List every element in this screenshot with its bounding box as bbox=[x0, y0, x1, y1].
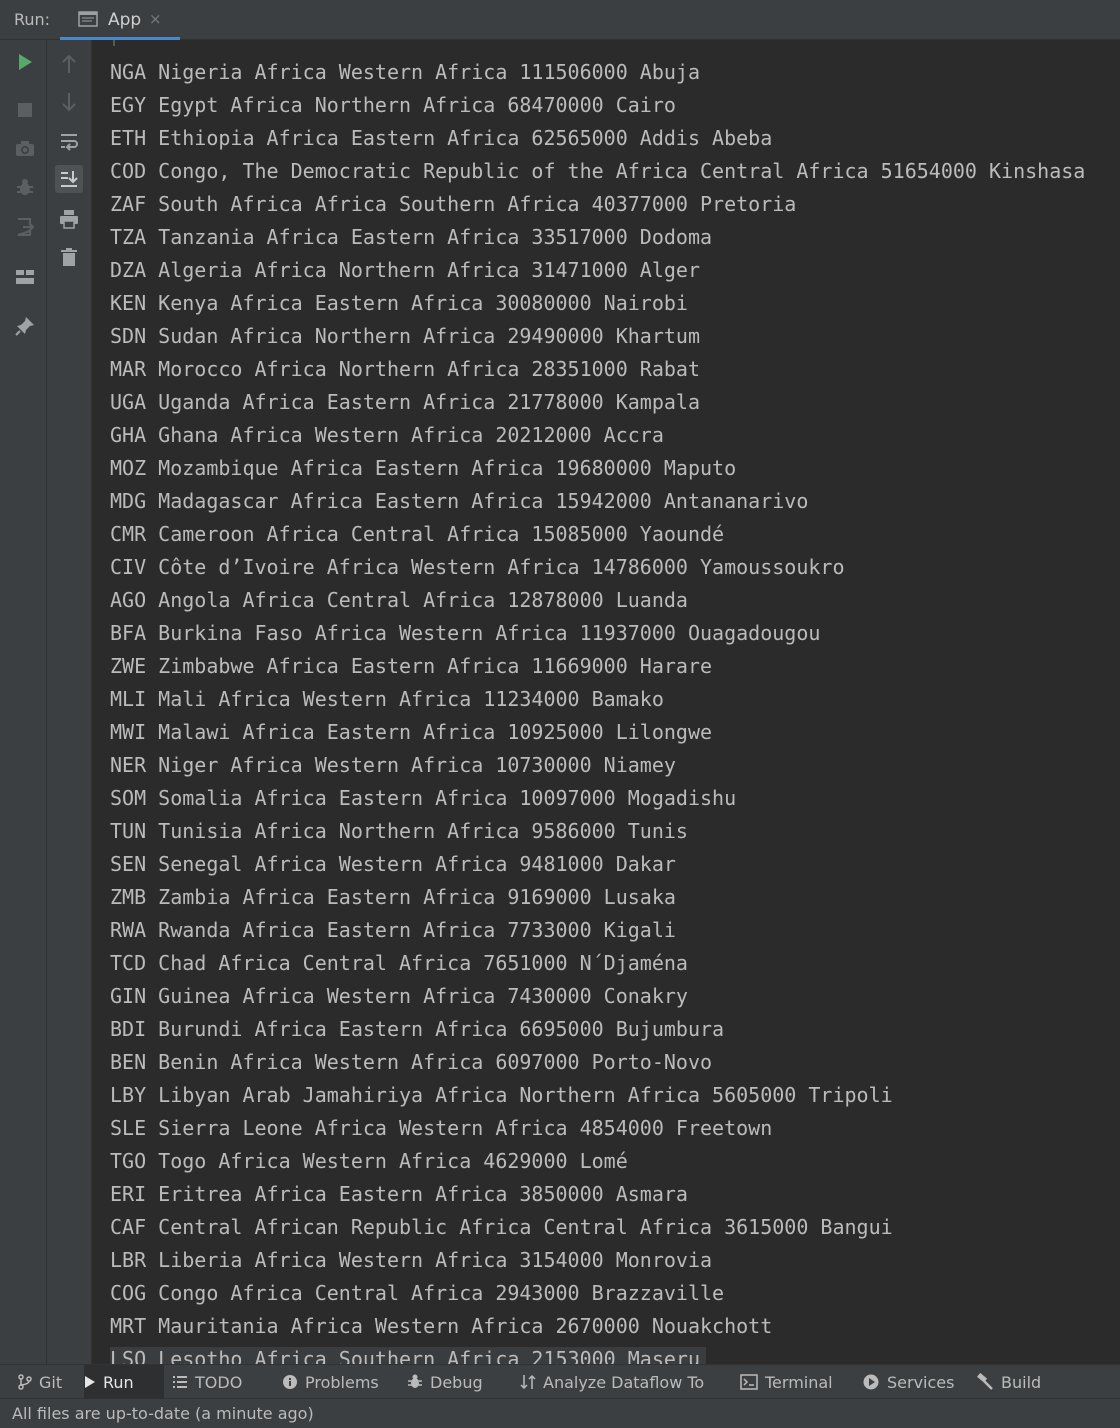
tool-tab-label: Debug bbox=[430, 1372, 483, 1392]
run-actions-toolbar bbox=[0, 40, 47, 1364]
console-line: TZA Tanzania Africa Eastern Africa 33517… bbox=[110, 225, 713, 249]
debug-bug-icon bbox=[407, 1374, 423, 1390]
exit-icon[interactable] bbox=[11, 213, 39, 241]
terminal-icon bbox=[740, 1374, 758, 1390]
console-line: NGA Nigeria Africa Western Africa 111506… bbox=[110, 60, 701, 84]
debug-icon[interactable] bbox=[11, 174, 39, 202]
console-scroll-marker: 1 bbox=[110, 40, 122, 46]
console-line: ZAF South Africa Africa Southern Africa … bbox=[110, 192, 797, 216]
tool-tab-terminal[interactable]: Terminal bbox=[740, 1365, 856, 1399]
console-line: ERI Eritrea Africa Eastern Africa 385000… bbox=[110, 1182, 688, 1206]
console-actions-toolbar bbox=[47, 40, 92, 1364]
tool-tab-git[interactable]: Git bbox=[18, 1365, 80, 1399]
tool-tab-debug[interactable]: Debug bbox=[407, 1365, 515, 1399]
git-branch-icon bbox=[18, 1374, 32, 1390]
console-line: EGY Egypt Africa Northern Africa 6847000… bbox=[110, 93, 676, 117]
console-line: BEN Benin Africa Western Africa 6097000 … bbox=[110, 1050, 713, 1074]
tool-tab-todo[interactable]: TODO bbox=[172, 1365, 276, 1399]
run-play-icon bbox=[84, 1375, 96, 1389]
tool-tab-label: Analyze Dataflow To bbox=[543, 1372, 705, 1392]
console-line: UGA Uganda Africa Eastern Africa 2177800… bbox=[110, 390, 701, 414]
console-line: GHA Ghana Africa Western Africa 20212000… bbox=[110, 423, 664, 447]
console-line: SDN Sudan Africa Northern Africa 2949000… bbox=[110, 324, 701, 348]
console-line: TGO Togo Africa Western Africa 4629000 L… bbox=[110, 1149, 628, 1173]
camera-icon[interactable] bbox=[11, 135, 39, 163]
rerun-icon[interactable] bbox=[11, 48, 39, 76]
tool-tab-analyze-dataflow-to[interactable]: Analyze Dataflow To bbox=[520, 1365, 734, 1399]
console-line: TUN Tunisia Africa Northern Africa 95860… bbox=[110, 819, 688, 843]
console-line: BDI Burundi Africa Eastern Africa 669500… bbox=[110, 1017, 725, 1041]
services-icon bbox=[862, 1373, 880, 1391]
tool-tab-services[interactable]: Services bbox=[862, 1365, 970, 1399]
scroll-up-icon[interactable] bbox=[55, 50, 83, 78]
console-line: MLI Mali Africa Western Africa 11234000 … bbox=[110, 687, 664, 711]
layout-icon[interactable] bbox=[11, 263, 39, 291]
console-window-icon bbox=[78, 11, 98, 27]
tool-tab-label: Git bbox=[39, 1372, 63, 1392]
console-line: AGO Angola Africa Central Africa 1287800… bbox=[110, 588, 688, 612]
tool-tab-label: Build bbox=[1001, 1372, 1042, 1392]
problems-info-icon bbox=[282, 1374, 298, 1390]
console-line: KEN Kenya Africa Eastern Africa 30080000… bbox=[110, 291, 688, 315]
console-line: TCD Chad Africa Central Africa 7651000 N… bbox=[110, 951, 688, 975]
console-line: MAR Morocco Africa Northern Africa 28351… bbox=[110, 357, 701, 381]
tool-tab-label: Run bbox=[103, 1372, 134, 1392]
console-line: RWA Rwanda Africa Eastern Africa 7733000… bbox=[110, 918, 676, 942]
console-line: LBR Liberia Africa Western Africa 315400… bbox=[110, 1248, 713, 1272]
console-line: ZWE Zimbabwe Africa Eastern Africa 11669… bbox=[110, 654, 713, 678]
status-bar: All files are up-to-date (a minute ago) bbox=[0, 1398, 1120, 1428]
run-toolwindow-header: Run: App × bbox=[0, 0, 1120, 40]
run-label: Run: bbox=[14, 10, 51, 29]
console-line: LBY Libyan Arab Jamahiriya Africa Northe… bbox=[110, 1083, 893, 1107]
print-icon[interactable] bbox=[55, 205, 83, 233]
console-line: CMR Cameroon Africa Central Africa 15085… bbox=[110, 522, 725, 546]
console-output[interactable]: 1 NGA Nigeria Africa Western Africa 1115… bbox=[92, 40, 1120, 1364]
console-line: CIV Côte d’Ivoire Africa Western Africa … bbox=[110, 555, 845, 579]
console-line: CAF Central African Republic Africa Cent… bbox=[110, 1215, 893, 1239]
console-line: SEN Senegal Africa Western Africa 948100… bbox=[110, 852, 676, 876]
console-line: SOM Somalia Africa Eastern Africa 100970… bbox=[110, 786, 737, 810]
tool-tab-label: Problems bbox=[305, 1372, 379, 1392]
scroll-down-icon[interactable] bbox=[55, 88, 83, 116]
stop-icon[interactable] bbox=[11, 96, 39, 124]
tab-app[interactable]: App × bbox=[60, 0, 180, 40]
console-line: MOZ Mozambique Africa Eastern Africa 196… bbox=[110, 456, 737, 480]
pin-icon[interactable] bbox=[11, 312, 39, 340]
console-line: BFA Burkina Faso Africa Western Africa 1… bbox=[110, 621, 821, 645]
tab-title: App bbox=[108, 10, 142, 30]
status-text: All files are up-to-date (a minute ago) bbox=[12, 1404, 314, 1423]
todo-list-icon bbox=[172, 1375, 188, 1389]
console-line: MRT Mauritania Africa Western Africa 267… bbox=[110, 1314, 773, 1338]
console-line: COG Congo Africa Central Africa 2943000 … bbox=[110, 1281, 725, 1305]
tool-tab-build[interactable]: Build bbox=[976, 1365, 1046, 1399]
console-line: ZMB Zambia Africa Eastern Africa 9169000… bbox=[110, 885, 676, 909]
tool-tab-problems[interactable]: Problems bbox=[282, 1365, 402, 1399]
dataflow-arrows-icon bbox=[520, 1374, 536, 1390]
tool-tab-label: Services bbox=[887, 1372, 955, 1392]
console-line: LSO Lesotho Africa Southern Africa 21530… bbox=[110, 1347, 707, 1364]
trash-icon[interactable] bbox=[55, 243, 83, 271]
console-line: GIN Guinea Africa Western Africa 7430000… bbox=[110, 984, 688, 1008]
close-icon[interactable]: × bbox=[149, 10, 162, 28]
build-hammer-icon bbox=[976, 1373, 994, 1391]
scroll-to-end-icon[interactable] bbox=[55, 165, 83, 193]
tool-tab-label: TODO bbox=[195, 1372, 243, 1392]
console-line: MDG Madagascar Africa Eastern Africa 159… bbox=[110, 489, 809, 513]
tool-tab-label: Terminal bbox=[765, 1372, 833, 1392]
tool-window-bar: Git Run TODO Problems Debug Analyze Dataflow … bbox=[0, 1364, 1120, 1399]
console-line: ETH Ethiopia Africa Eastern Africa 62565… bbox=[110, 126, 773, 150]
console-line: DZA Algeria Africa Northern Africa 31471… bbox=[110, 258, 701, 282]
console-line: NER Niger Africa Western Africa 10730000… bbox=[110, 753, 676, 777]
console-line: SLE Sierra Leone Africa Western Africa 4… bbox=[110, 1116, 773, 1140]
tool-tab-run[interactable]: Run bbox=[84, 1365, 164, 1399]
console-line: COD Congo, The Democratic Republic of th… bbox=[110, 159, 1086, 183]
soft-wrap-icon[interactable] bbox=[55, 127, 83, 155]
console-line: MWI Malawi Africa Eastern Africa 1092500… bbox=[110, 720, 713, 744]
